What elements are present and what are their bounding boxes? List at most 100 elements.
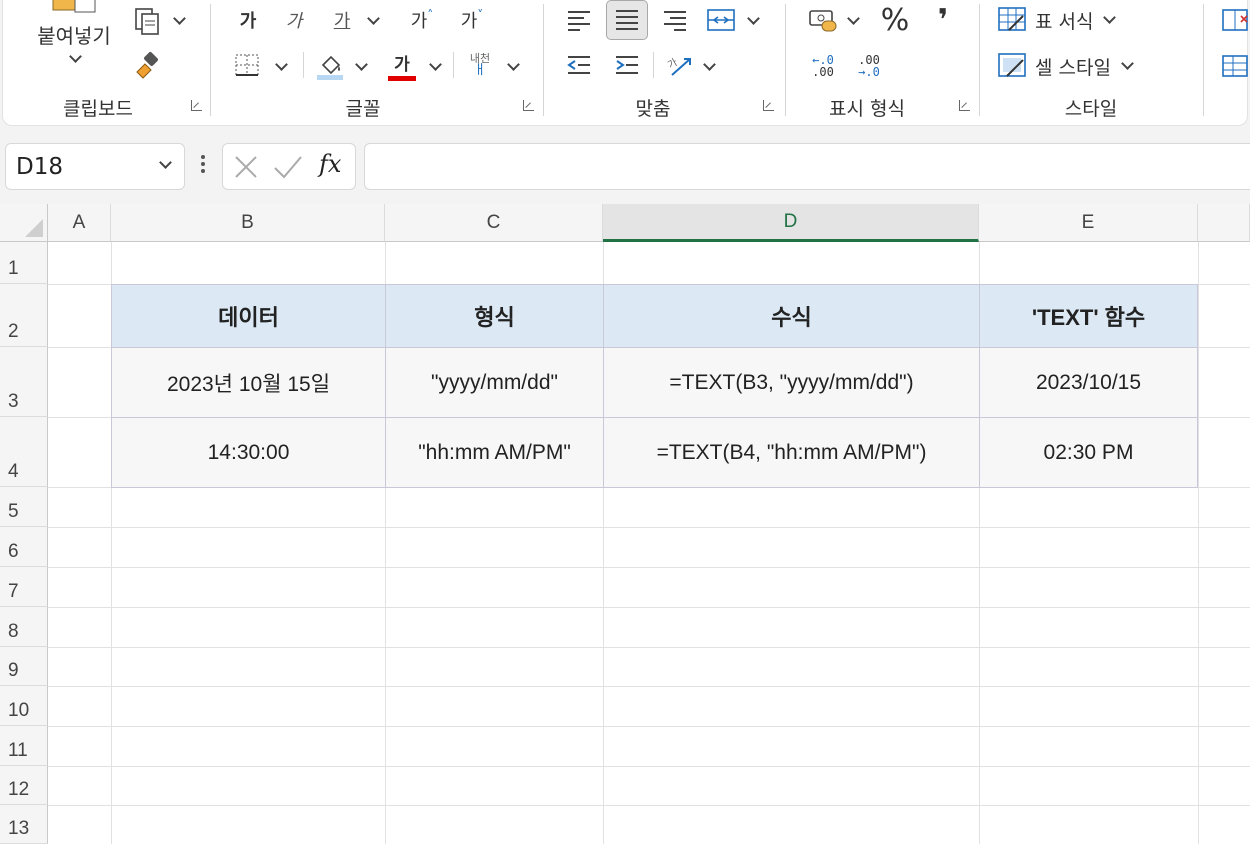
group-divider xyxy=(1203,4,1204,116)
orientation-dropdown-chevron-icon[interactable] xyxy=(705,60,714,69)
paste-button[interactable]: 붙여넣기 xyxy=(25,20,123,48)
group-divider xyxy=(785,4,786,116)
table-header-cell[interactable]: 수식 xyxy=(603,284,980,348)
clipboard-launcher-icon[interactable] xyxy=(191,100,202,111)
formula-input[interactable] xyxy=(364,143,1250,190)
row-header-11[interactable]: 11 xyxy=(0,726,48,766)
excel-window: 붙여넣기 클립보드 가 가 가 가 ˄ 가 ˅ 가 내천 ㅐ 글꼴 가 맞춤 %… xyxy=(0,0,1250,844)
format-painter-icon[interactable] xyxy=(129,50,165,80)
table-cell[interactable]: "hh:mm AM/PM" xyxy=(385,417,604,488)
table-cell[interactable]: "yyyy/mm/dd" xyxy=(385,347,604,418)
enter-icon[interactable] xyxy=(273,154,303,180)
gridline xyxy=(48,805,1250,806)
row-header-12[interactable]: 12 xyxy=(0,766,48,805)
select-all-corner[interactable] xyxy=(0,204,48,242)
accounting-dropdown-chevron-icon[interactable] xyxy=(849,14,858,23)
row-header-7[interactable]: 7 xyxy=(0,567,48,607)
formula-bar-buttons: fx xyxy=(222,143,356,190)
font-color-dropdown-chevron-icon[interactable] xyxy=(431,60,440,69)
insert-function-button[interactable]: fx xyxy=(319,150,341,178)
paste-dropdown-chevron-icon[interactable] xyxy=(71,52,80,61)
italic-button[interactable]: 가 xyxy=(279,6,309,34)
row-header-13[interactable]: 13 xyxy=(0,805,48,844)
column-header-a[interactable]: A xyxy=(48,204,111,242)
table-format-icon xyxy=(998,7,1026,31)
borders-icon[interactable] xyxy=(229,50,265,80)
increase-decimal-bottom: .00 xyxy=(812,65,834,79)
accounting-format-icon[interactable] xyxy=(805,4,841,36)
row-header-1[interactable]: 1 xyxy=(0,242,48,284)
alignment-group-label: 맞춤 xyxy=(635,98,671,120)
row-header-2[interactable]: 2 xyxy=(0,284,48,347)
comma-style-button[interactable]: ❜ xyxy=(925,2,961,38)
gridline xyxy=(48,647,1250,648)
group-divider xyxy=(653,52,654,78)
increase-decimal-icon[interactable]: ←.0 .00 xyxy=(803,48,843,84)
bold-button[interactable]: 가 xyxy=(233,6,263,34)
underline-button[interactable]: 가 xyxy=(327,6,357,34)
table-cell[interactable]: =TEXT(B4, "hh:mm AM/PM") xyxy=(603,417,980,488)
row-header-10[interactable]: 10 xyxy=(0,686,48,726)
table-header-cell[interactable]: 'TEXT' 함수 xyxy=(979,284,1198,348)
decrease-decimal-icon[interactable]: .00 →.0 xyxy=(849,48,889,84)
gridline xyxy=(48,726,1250,727)
column-header-e[interactable]: E xyxy=(979,204,1198,242)
gridline xyxy=(48,527,1250,528)
fill-color-dropdown-chevron-icon[interactable] xyxy=(357,60,366,69)
worksheet-grid[interactable]: A B C D E 1 2 3 4 5 6 7 8 9 10 11 12 13 xyxy=(0,204,1250,844)
row-header-5[interactable]: 5 xyxy=(0,487,48,527)
font-launcher-icon[interactable] xyxy=(523,100,534,111)
table-cell[interactable]: 2023/10/15 xyxy=(979,347,1198,418)
table-header-cell[interactable]: 데이터 xyxy=(111,284,386,348)
borders-dropdown-chevron-icon[interactable] xyxy=(277,60,286,69)
align-middle-icon[interactable] xyxy=(606,0,648,40)
column-header-f[interactable] xyxy=(1198,204,1250,242)
phonetic-dropdown-chevron-icon[interactable] xyxy=(509,60,518,69)
percent-button[interactable]: % xyxy=(875,2,915,38)
column-header-c[interactable]: C xyxy=(385,204,603,242)
formula-bar-grip-icon[interactable] xyxy=(200,152,206,178)
increase-font-size-button[interactable]: 가 ˄ xyxy=(403,6,441,34)
table-cell[interactable]: 02:30 PM xyxy=(979,417,1198,488)
group-divider xyxy=(979,4,980,116)
underline-dropdown-chevron-icon[interactable] xyxy=(369,14,378,23)
phonetic-guide-button[interactable]: 내천 ㅐ xyxy=(461,48,499,82)
align-bottom-icon[interactable] xyxy=(657,4,693,36)
gridline xyxy=(1198,242,1199,844)
number-launcher-icon[interactable] xyxy=(959,100,970,111)
table-cell[interactable]: 2023년 10월 15일 xyxy=(111,347,386,418)
table-cell[interactable]: =TEXT(B3, "yyyy/mm/dd") xyxy=(603,347,980,418)
paste-icon[interactable] xyxy=(49,0,105,14)
alignment-launcher-icon[interactable] xyxy=(763,100,774,111)
name-box[interactable]: D18 xyxy=(5,143,185,190)
row-header-9[interactable]: 9 xyxy=(0,647,48,686)
insert-cells-icon[interactable] xyxy=(1221,6,1250,36)
format-cells-icon[interactable] xyxy=(1221,52,1250,82)
column-header-b[interactable]: B xyxy=(111,204,385,242)
copy-icon[interactable] xyxy=(129,6,165,36)
row-header-6[interactable]: 6 xyxy=(0,527,48,567)
cancel-icon[interactable] xyxy=(233,154,259,180)
merge-dropdown-chevron-icon[interactable] xyxy=(749,14,758,23)
align-top-icon[interactable] xyxy=(561,4,597,36)
gridline xyxy=(48,567,1250,568)
fill-color-icon[interactable] xyxy=(313,48,347,82)
row-header-3[interactable]: 3 xyxy=(0,347,48,417)
row-header-4[interactable]: 4 xyxy=(0,417,48,487)
group-divider xyxy=(543,4,544,116)
merge-center-icon[interactable] xyxy=(703,4,739,36)
table-header-cell[interactable]: 형식 xyxy=(385,284,604,348)
decrease-indent-icon[interactable] xyxy=(561,50,597,80)
group-divider xyxy=(210,4,211,116)
increase-indent-icon[interactable] xyxy=(609,50,645,80)
copy-dropdown-chevron-icon[interactable] xyxy=(175,14,184,23)
font-color-button[interactable]: 가 xyxy=(385,48,419,82)
format-as-table-button[interactable]: 표 서식 xyxy=(997,4,1133,36)
name-box-chevron-icon[interactable] xyxy=(161,158,170,167)
cell-styles-button[interactable]: 셀 스타일 xyxy=(997,50,1157,82)
column-header-d[interactable]: D xyxy=(603,204,979,242)
decrease-font-size-button[interactable]: 가 ˅ xyxy=(453,6,491,34)
table-cell[interactable]: 14:30:00 xyxy=(111,417,386,488)
row-header-8[interactable]: 8 xyxy=(0,607,48,647)
orientation-icon[interactable]: 가 xyxy=(663,48,699,82)
